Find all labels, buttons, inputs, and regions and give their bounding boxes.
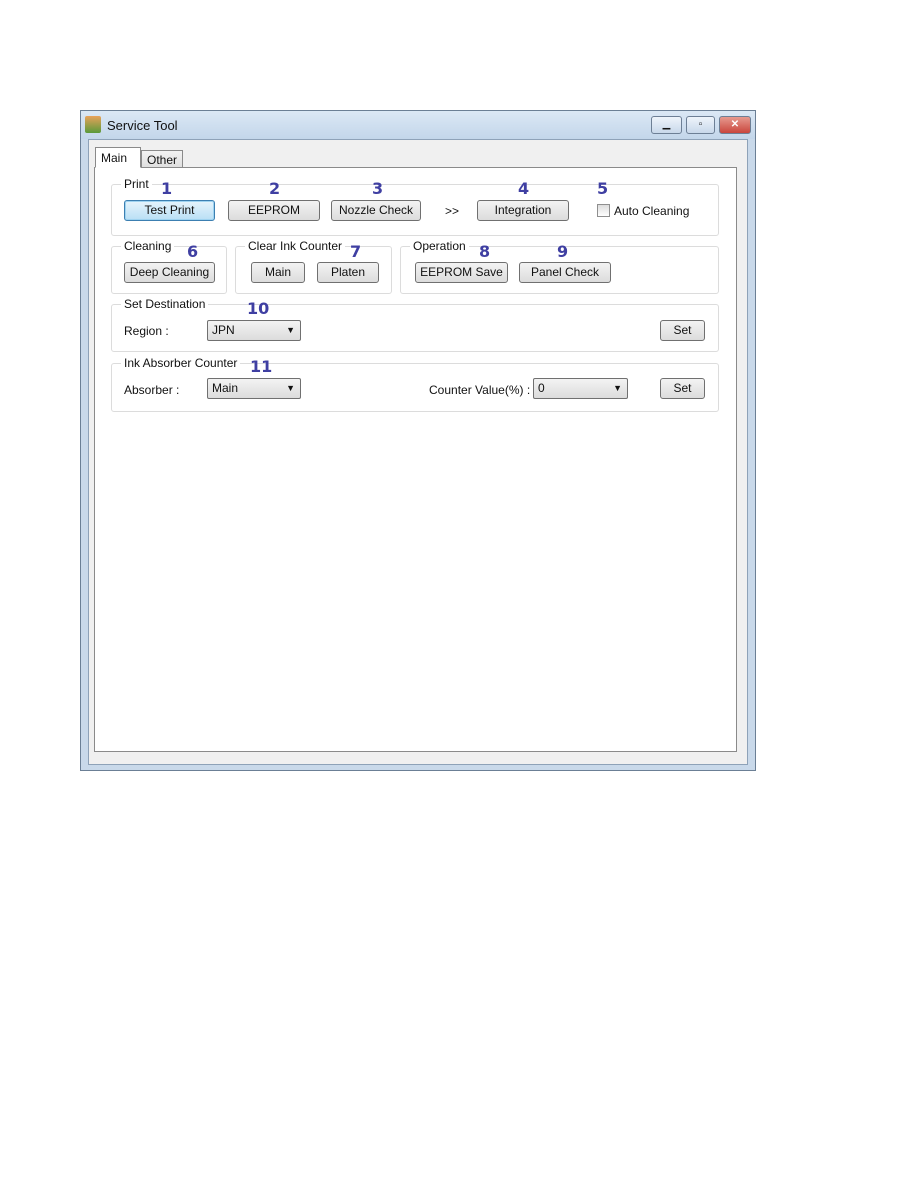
callout-6: 6 xyxy=(187,242,199,261)
deep-cleaning-button[interactable]: Deep Cleaning xyxy=(124,262,215,283)
nozzle-check-button[interactable]: Nozzle Check xyxy=(331,200,421,221)
eeprom-button[interactable]: EEPROM xyxy=(228,200,320,221)
callout-2: 2 xyxy=(269,179,281,198)
chevron-down-icon: ▼ xyxy=(286,325,295,335)
minimize-icon[interactable]: ▁ xyxy=(651,116,682,134)
clear-main-button[interactable]: Main xyxy=(251,262,305,283)
integration-button[interactable]: Integration xyxy=(477,200,569,221)
auto-cleaning-label[interactable]: Auto Cleaning xyxy=(614,204,689,218)
region-label: Region : xyxy=(124,324,169,338)
absorber-select[interactable]: Main ▼ xyxy=(207,378,301,399)
operation-group-label: Operation xyxy=(410,239,469,253)
tab-main[interactable]: Main xyxy=(95,147,141,168)
cleaning-group-label: Cleaning xyxy=(121,239,175,253)
clear-ink-counter-label: Clear Ink Counter xyxy=(245,239,346,253)
callout-8: 8 xyxy=(479,242,491,261)
absorber-value: Main xyxy=(212,381,239,395)
region-select[interactable]: JPN ▼ xyxy=(207,320,301,341)
tab-other[interactable]: Other xyxy=(141,150,183,168)
auto-cleaning-checkbox[interactable] xyxy=(597,204,610,217)
test-print-button[interactable]: Test Print xyxy=(124,200,215,221)
maximize-icon[interactable]: ▫ xyxy=(686,116,715,134)
counter-value-label: Counter Value(%) : xyxy=(429,383,531,397)
chevron-down-icon: ▼ xyxy=(613,383,622,393)
callout-7: 7 xyxy=(350,242,362,261)
absorber-label: Absorber : xyxy=(124,383,180,397)
eeprom-save-button[interactable]: EEPROM Save xyxy=(415,262,508,283)
print-group-label: Print xyxy=(121,177,152,191)
callout-9: 9 xyxy=(557,242,569,261)
sequence-arrow: >> xyxy=(445,204,460,218)
set-destination-label: Set Destination xyxy=(121,297,209,311)
set-absorber-button[interactable]: Set xyxy=(660,378,705,399)
counter-value: 0 xyxy=(538,381,545,395)
window-title: Service Tool xyxy=(107,118,178,133)
title-bar[interactable]: Service Tool ▁ ▫ ✕ xyxy=(81,111,755,139)
callout-4: 4 xyxy=(518,179,530,198)
callout-1: 1 xyxy=(161,179,173,198)
panel-check-button[interactable]: Panel Check xyxy=(519,262,611,283)
callout-10: 10 xyxy=(247,299,270,318)
ink-absorber-label: Ink Absorber Counter xyxy=(121,356,241,370)
counter-value-select[interactable]: 0 ▼ xyxy=(533,378,628,399)
printer-app-icon xyxy=(85,116,101,133)
set-destination-button[interactable]: Set xyxy=(660,320,705,341)
callout-11: 11 xyxy=(250,357,273,376)
close-icon[interactable]: ✕ xyxy=(719,116,751,134)
set-destination-group xyxy=(111,304,719,352)
callout-3: 3 xyxy=(372,179,384,198)
chevron-down-icon: ▼ xyxy=(286,383,295,393)
clear-platen-button[interactable]: Platen xyxy=(317,262,379,283)
callout-5: 5 xyxy=(597,179,609,198)
region-value: JPN xyxy=(212,323,235,337)
